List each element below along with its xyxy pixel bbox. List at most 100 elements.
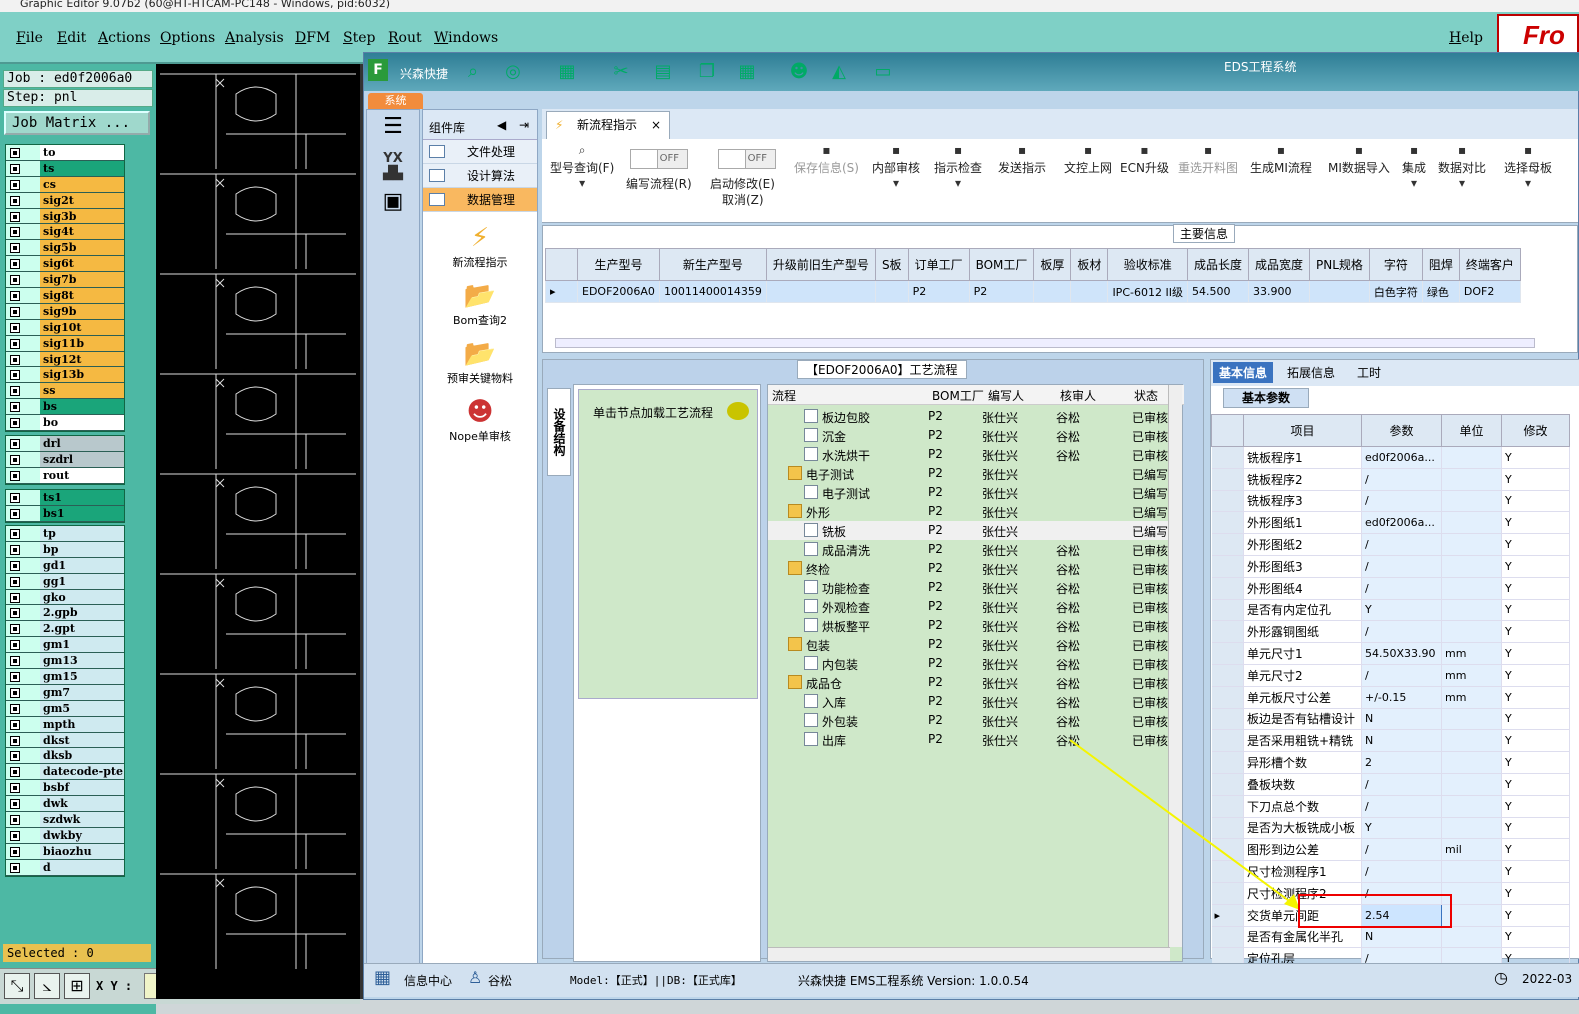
param-row[interactable]: 异形槽个数 2 Y — [1211, 751, 1570, 774]
col-header[interactable]: 升级前旧生产型号 — [765, 248, 876, 281]
col-header[interactable]: 成品长度 — [1186, 248, 1249, 281]
param-value[interactable]: / — [1361, 620, 1442, 644]
monitor-icon[interactable]: ▭ — [870, 59, 896, 85]
layer-checkbox[interactable] — [10, 179, 20, 190]
tab-equipment-structure[interactable]: 设备结构 — [547, 388, 571, 476]
layer-checkbox[interactable] — [10, 846, 20, 857]
layer-row[interactable]: gd1 — [6, 557, 124, 574]
layer-checkbox[interactable] — [10, 275, 20, 286]
menu-edit[interactable]: Edit — [57, 30, 86, 46]
layer-checkbox[interactable] — [10, 830, 20, 841]
param-value[interactable]: 54.50X33.90 — [1361, 642, 1442, 665]
layer-row[interactable]: bp — [6, 541, 124, 558]
layer-row[interactable]: gko — [6, 589, 124, 606]
search-icon[interactable]: ⌕ — [460, 59, 486, 85]
layer-row[interactable]: bo — [6, 415, 124, 432]
layer-row[interactable]: drl — [6, 436, 124, 452]
param-row[interactable]: 铣板程序1 ed0f2006a... Y — [1211, 446, 1570, 469]
horizontal-scrollbar[interactable] — [768, 947, 1170, 961]
item-pre-review[interactable]: 📂 预审关键物料 — [423, 338, 537, 386]
menu-data-management[interactable]: 数据管理 — [423, 188, 537, 212]
param-row[interactable]: 图形到边公差 / mil Y — [1211, 838, 1570, 862]
param-value[interactable]: N — [1361, 708, 1442, 731]
tree-node[interactable]: 外包装 P2 张仕兴 谷松 已审核 — [768, 711, 1178, 730]
layer-checkbox[interactable] — [10, 418, 20, 429]
layer-row[interactable]: dksb — [6, 748, 124, 765]
layer-checkbox[interactable] — [10, 322, 20, 333]
menu-help[interactable]: Help — [1449, 30, 1483, 46]
param-row[interactable]: 单元尺寸2 / mm Y — [1211, 664, 1570, 687]
layer-checkbox[interactable] — [10, 767, 20, 778]
grid-icon[interactable]: ⊞ — [64, 973, 90, 999]
menu-file-processing[interactable]: 文件处理 — [423, 140, 537, 164]
param-value[interactable]: / — [1361, 468, 1442, 491]
tree-node[interactable]: 铣板 P2 张仕兴 已编写 — [768, 521, 1178, 540]
tree-node[interactable]: 功能检查 P2 张仕兴 谷松 已审核 — [768, 578, 1178, 597]
col-header[interactable]: 阻焊 — [1421, 248, 1460, 281]
col-header[interactable]: 终端客户 — [1458, 248, 1521, 281]
close-icon[interactable]: × — [651, 112, 661, 138]
col-header[interactable]: PNL规格 — [1308, 248, 1370, 281]
param-row[interactable]: 尺寸检测程序1 / Y — [1211, 860, 1570, 883]
ribbon-button[interactable]: ▪ 数据对比 ▾ — [1438, 143, 1486, 192]
layer-checkbox[interactable] — [10, 338, 20, 349]
tab-extended-info[interactable]: 拓展信息 — [1287, 364, 1335, 381]
param-value[interactable]: / — [1361, 773, 1442, 796]
col-header[interactable]: 生产型号 — [577, 248, 660, 281]
menu-analysis[interactable]: Analysis — [225, 30, 284, 46]
param-row[interactable]: 外形图纸1 ed0f2006a... Y — [1211, 511, 1570, 535]
tree-node[interactable]: ⊟ 外形 P2 张仕兴 已编写 — [768, 502, 1178, 521]
ribbon-button[interactable]: ▪ 集成 ▾ — [1402, 143, 1426, 192]
layer-checkbox[interactable] — [10, 493, 20, 503]
col-header[interactable]: 新生产型号 — [658, 248, 767, 281]
layer-checkbox[interactable] — [10, 703, 20, 714]
param-value[interactable]: ed0f2006a... — [1361, 446, 1442, 469]
ribbon-button[interactable]: ▪ 发送指示 — [998, 143, 1046, 192]
layer-checkbox[interactable] — [10, 576, 20, 587]
tab-basic-info[interactable]: 基本信息 — [1213, 362, 1274, 383]
param-row[interactable]: 板边是否有钻槽设计 N Y — [1211, 708, 1570, 731]
layer-checkbox[interactable] — [10, 529, 20, 539]
param-row[interactable]: 叠板块数 / Y — [1211, 773, 1570, 796]
param-value[interactable]: 2 — [1361, 751, 1442, 774]
tab-system[interactable]: 系统 — [368, 93, 423, 109]
tab-working-hours[interactable]: 工时 — [1357, 364, 1381, 381]
chart-icon[interactable]: ◭ — [826, 59, 852, 85]
tree-node[interactable]: 内包装 P2 张仕兴 谷松 已审核 — [768, 654, 1178, 673]
hint-box[interactable]: 单击节点加载工艺流程 — [578, 389, 758, 699]
layer-checkbox[interactable] — [10, 751, 20, 762]
layer-checkbox[interactable] — [10, 354, 20, 365]
menu-step[interactable]: Step — [343, 30, 375, 46]
layer-checkbox[interactable] — [10, 386, 20, 397]
layer-row[interactable]: to — [6, 145, 124, 161]
layer-checkbox[interactable] — [10, 306, 20, 317]
menu-file[interactable]: File — [16, 30, 43, 46]
layer-checkbox[interactable] — [10, 439, 20, 449]
layer-checkbox[interactable] — [10, 656, 20, 667]
copy-icon[interactable]: ❐ — [694, 59, 720, 85]
layer-row[interactable]: tp — [6, 526, 124, 542]
layer-checkbox[interactable] — [10, 592, 20, 603]
layer-row[interactable]: datecode-pte — [6, 764, 124, 781]
layer-row[interactable]: szdrl — [6, 451, 124, 468]
layer-checkbox[interactable] — [10, 470, 20, 481]
tree-node[interactable]: ⊟ 成品仓 P2 张仕兴 谷松 已审核 — [768, 673, 1178, 692]
tree-node[interactable]: 外观检查 P2 张仕兴 谷松 已审核 — [768, 597, 1178, 616]
tree-node[interactable]: ⊟ 终检 P2 张仕兴 谷松 已审核 — [768, 559, 1178, 578]
zoom-icon[interactable]: ⤡ — [4, 973, 30, 999]
layer-row[interactable]: 2.gpb — [6, 605, 124, 622]
yx-factory-icon[interactable]: YX ▟▙ — [367, 151, 419, 181]
layer-checkbox[interactable] — [10, 508, 20, 519]
scissors-icon[interactable]: ✂ — [608, 59, 634, 85]
film-icon[interactable]: ▤ — [650, 59, 676, 85]
menu-dfm[interactable]: DFM — [295, 30, 330, 46]
param-row[interactable]: 外形图纸2 / Y — [1211, 533, 1570, 556]
layer-row[interactable]: gm5 — [6, 700, 124, 717]
param-row[interactable]: 下刀点总个数 / Y — [1211, 795, 1570, 818]
layer-row[interactable]: bs1 — [6, 505, 124, 522]
help-ring-icon[interactable]: ◎ — [500, 59, 526, 85]
param-value[interactable]: N — [1361, 926, 1442, 949]
layer-row[interactable]: sig10t — [6, 319, 124, 336]
menu-options[interactable]: Options — [160, 30, 215, 46]
param-value[interactable]: / — [1361, 664, 1442, 687]
